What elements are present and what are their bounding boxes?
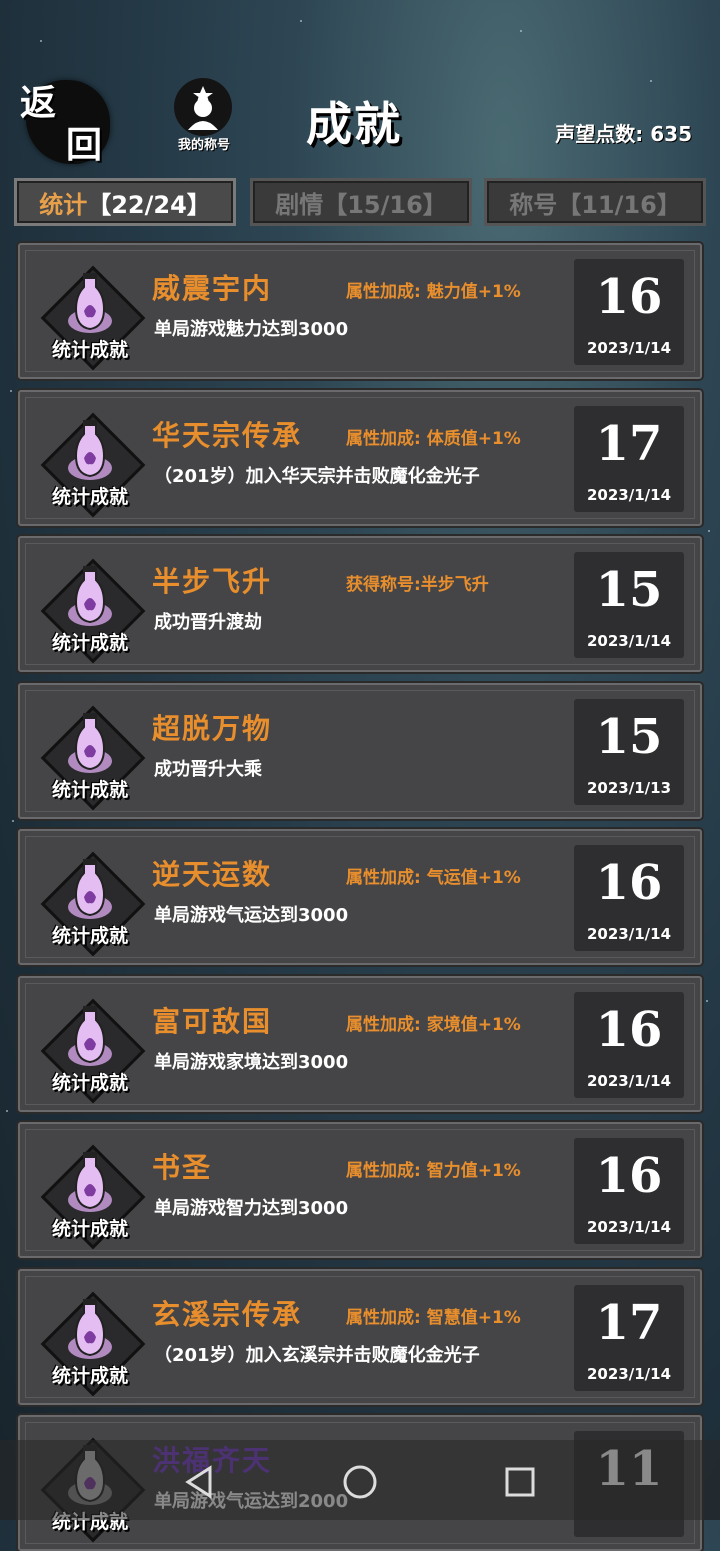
top-bar: 返 回 我的称号 成就 声望点数: 635 — [0, 60, 720, 180]
achievement-description: 成功晋升大乘 — [154, 759, 262, 780]
back-triangle-icon[interactable] — [180, 1462, 220, 1502]
flask-icon — [68, 420, 112, 480]
achievement-score: 16 — [595, 269, 663, 325]
achievement-description: （201岁）加入玄溪宗并击败魔化金光子 — [154, 1345, 480, 1366]
page-title: 成就 — [306, 97, 402, 151]
achievement-badge: 统计成就 — [38, 412, 146, 518]
achievement-card[interactable]: 统计成就 超脱万物成功晋升大乘 15 2023/1/13 — [18, 683, 702, 819]
achievement-date: 2023/1/13 — [586, 779, 672, 797]
achievement-badge: 统计成就 — [38, 851, 146, 957]
achievement-name: 富可敌国 — [152, 1005, 273, 1038]
tab-story[interactable]: 剧情 【15/16】 — [250, 178, 472, 226]
achievement-name: 半步飞升 — [152, 565, 273, 598]
achievement-score: 17 — [595, 416, 663, 472]
achievement-score: 16 — [595, 855, 663, 911]
tab-titles[interactable]: 称号 【11/16】 — [484, 178, 706, 226]
badge-label: 统计成就 — [51, 925, 128, 947]
achievement-card[interactable]: 统计成就 半步飞升 获得称号:半步飞升成功晋升渡劫 15 2023/1/14 — [18, 536, 702, 672]
badge-label: 统计成就 — [51, 1365, 128, 1387]
achievement-description: 单局游戏气运达到3000 — [154, 905, 349, 926]
achievement-bonus: 属性加成: 体质值+1% — [346, 429, 521, 449]
achievement-description: 单局游戏魅力达到3000 — [154, 319, 349, 340]
reputation-display: 声望点数: 635 — [555, 118, 692, 147]
achievement-date: 2023/1/14 — [586, 486, 672, 504]
flask-icon — [68, 1006, 112, 1066]
achievement-badge: 统计成就 — [38, 265, 146, 371]
achievement-description: 单局游戏智力达到3000 — [154, 1198, 349, 1219]
score-box: 17 2023/1/14 — [574, 1285, 684, 1391]
achievement-name: 华天宗传承 — [152, 419, 303, 452]
achievement-bonus: 属性加成: 智慧值+1% — [346, 1308, 521, 1328]
achievement-badge: 统计成就 — [38, 558, 146, 664]
score-box: 16 2023/1/14 — [574, 845, 684, 951]
achievement-bonus: 属性加成: 魅力值+1% — [346, 282, 521, 302]
achievement-badge: 统计成就 — [38, 998, 146, 1104]
tab-statistics[interactable]: 统计 【22/24】 — [14, 178, 236, 226]
reputation-value: 635 — [650, 122, 692, 146]
achievement-card[interactable]: 统计成就 玄溪宗传承 属性加成: 智慧值+1% （201岁）加入玄溪宗并击败魔化金光子… — [18, 1269, 702, 1405]
flask-icon — [68, 1152, 112, 1212]
achievement-name: 威震宇内 — [152, 272, 273, 305]
achievement-date: 2023/1/14 — [586, 339, 672, 357]
achievement-card[interactable]: 统计成就 华天宗传承 属性加成: 体质值+1% （201岁）加入华天宗并击败魔化金光子… — [18, 390, 702, 526]
achievement-card[interactable]: 统计成就 逆天运数 属性加成: 气运值+1% 单局游戏气运达到3000 16 2023/1… — [18, 829, 702, 965]
achievement-score: 16 — [595, 1002, 663, 1058]
score-box: 15 2023/1/13 — [574, 699, 684, 805]
achievement-card[interactable]: 统计成就 书圣 属性加成: 智力值+1% 单局游戏智力达到3000 16 2023/1/1… — [18, 1122, 702, 1258]
achievement-date: 2023/1/14 — [586, 1218, 672, 1236]
achievement-description: （201岁）加入华天宗并击败魔化金光子 — [154, 466, 480, 487]
achievement-bonus: 获得称号:半步飞升 — [346, 575, 489, 595]
flask-icon — [68, 1299, 112, 1359]
badge-label: 统计成就 — [51, 1218, 128, 1240]
my-title-label: 我的称号 — [177, 138, 230, 153]
back-button[interactable]: 返 回 — [20, 74, 112, 170]
achievement-date: 2023/1/14 — [586, 1365, 672, 1383]
achievement-card[interactable]: 统计成就 富可敌国 属性加成: 家境值+1% 单局游戏家境达到3000 16 2023/1… — [18, 976, 702, 1112]
achievement-card[interactable]: 统计成就 威震宇内 属性加成: 魅力值+1% 单局游戏魅力达到3000 16 2023/1… — [18, 243, 702, 379]
achievement-bonus: 属性加成: 气运值+1% — [346, 868, 521, 888]
achievement-name: 玄溪宗传承 — [152, 1298, 303, 1331]
achievement-date: 2023/1/14 — [586, 1072, 672, 1090]
badge-label: 统计成就 — [51, 1072, 128, 1094]
score-box: 16 2023/1/14 — [574, 1138, 684, 1244]
badge-label: 统计成就 — [51, 486, 128, 508]
achievement-badge: 统计成就 — [38, 705, 146, 811]
achievement-name: 书圣 — [152, 1151, 213, 1184]
flask-icon — [68, 713, 112, 773]
score-box: 15 2023/1/14 — [574, 552, 684, 658]
achievement-score: 15 — [595, 562, 663, 618]
tab-bar: 统计 【22/24】 剧情 【15/16】 称号 【11/16】 — [14, 178, 708, 228]
system-nav-bar — [0, 1440, 720, 1520]
badge-label: 统计成就 — [51, 632, 128, 654]
badge-label: 统计成就 — [51, 779, 128, 801]
achievement-description: 成功晋升渡劫 — [154, 612, 262, 633]
achievement-date: 2023/1/14 — [586, 925, 672, 943]
back-label-2: 回 — [66, 124, 103, 166]
flask-icon — [68, 273, 112, 333]
achievement-score: 16 — [595, 1148, 663, 1204]
person-star-icon — [188, 86, 218, 130]
flask-icon — [68, 566, 112, 626]
reputation-label: 声望点数: — [555, 122, 644, 146]
back-label-1: 返 — [20, 82, 57, 124]
achievement-bonus: 属性加成: 智力值+1% — [346, 1161, 521, 1181]
score-box: 16 2023/1/14 — [574, 992, 684, 1098]
recents-square-icon[interactable] — [500, 1462, 540, 1502]
my-title-button[interactable]: 我的称号 — [162, 78, 246, 158]
achievement-date: 2023/1/14 — [586, 632, 672, 650]
achievement-name: 逆天运数 — [152, 858, 273, 891]
score-box: 16 2023/1/14 — [574, 259, 684, 365]
achievement-bonus: 属性加成: 家境值+1% — [346, 1015, 521, 1035]
flask-icon — [68, 859, 112, 919]
achievement-name: 超脱万物 — [152, 712, 273, 745]
achievement-badge: 统计成就 — [38, 1144, 146, 1250]
achievement-description: 单局游戏家境达到3000 — [154, 1052, 349, 1073]
achievement-badge: 统计成就 — [38, 1291, 146, 1397]
achievement-score: 17 — [595, 1295, 663, 1351]
home-circle-icon[interactable] — [340, 1462, 380, 1502]
score-box: 17 2023/1/14 — [574, 406, 684, 512]
badge-label: 统计成就 — [51, 339, 128, 361]
achievement-score: 15 — [595, 709, 663, 765]
